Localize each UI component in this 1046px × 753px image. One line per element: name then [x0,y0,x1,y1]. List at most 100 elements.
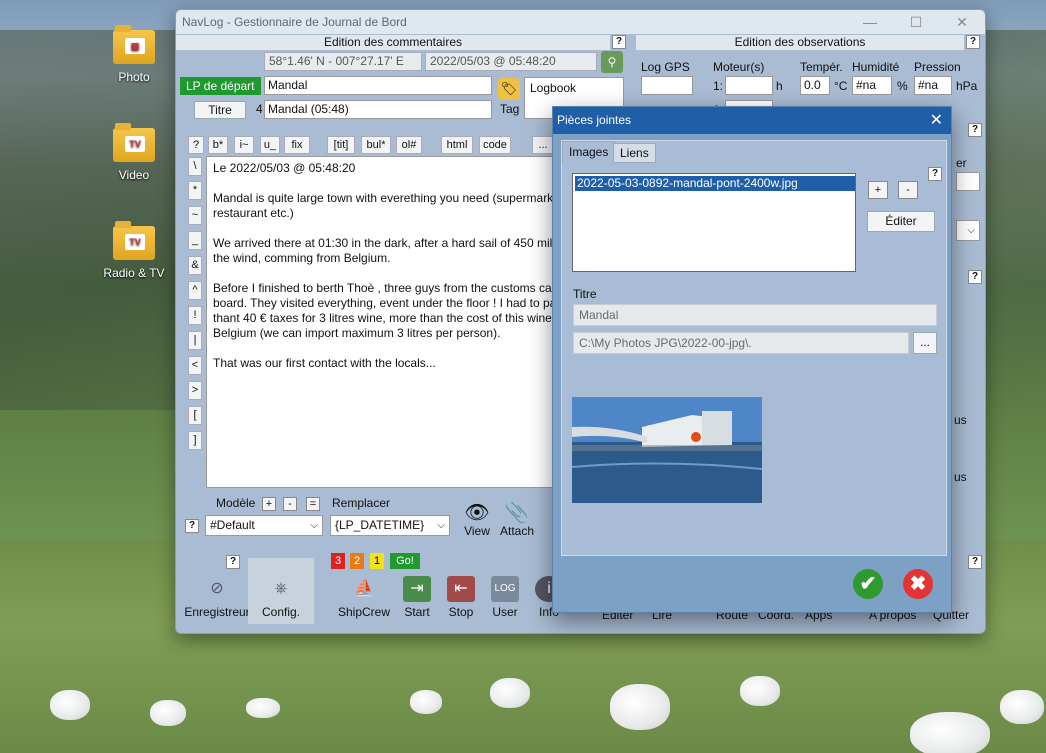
format-help-button[interactable]: ? [188,136,204,154]
departure-button[interactable]: LP de départ [180,77,261,95]
list-item[interactable]: 2022-05-03-0892-mandal-pont-2400w.jpg [575,176,855,191]
desktop-icon-radio-tv[interactable]: TV Radio & TV [100,221,168,280]
stop-icon: ⇤ [447,576,475,602]
map-pin-icon[interactable]: ⚲ [601,51,623,73]
gps-field[interactable] [641,76,693,95]
help-button[interactable]: ? [968,123,982,137]
help-button[interactable]: ? [968,270,982,284]
countdown-1[interactable]: 1 [370,553,384,569]
more-button[interactable]: ... [532,136,554,154]
editor-line: We arrived there at 01:30 in the dark, a… [213,236,556,250]
desktop-icon-video[interactable]: TV Video [100,123,168,182]
code-button[interactable]: code [479,136,511,154]
side-button[interactable]: > [188,381,202,400]
partial-label: us [954,470,967,484]
title-button[interactable]: Titre [194,101,246,119]
gps-label: Log GPS [641,60,690,74]
help-button[interactable]: ? [226,555,240,569]
partial-select[interactable]: ⌵ [956,220,980,241]
template-remove-button[interactable]: - [283,497,297,511]
maximize-button[interactable]: ☐ [893,14,939,31]
image-preview [572,397,762,503]
engine-unit: h [776,79,783,93]
underline-button[interactable]: u_ [260,136,280,154]
side-button[interactable]: \ [188,157,202,176]
temp-unit: °C [834,79,848,93]
attach-button[interactable]: 📎 Attach [498,500,536,538]
temp-label: Tempér. [800,60,843,74]
folder-icon: TV [113,221,155,260]
side-button[interactable]: ! [188,306,202,325]
user-button[interactable]: LOG User [490,576,520,619]
title-field[interactable]: Mandal (05:48) [264,100,492,119]
tag-icon[interactable]: 🏷 [498,78,520,100]
close-button[interactable]: ✕ [939,14,985,31]
help-button[interactable]: ? [928,167,942,181]
remove-image-button[interactable]: - [898,181,918,199]
config-button[interactable]: ⎈ Config. [248,558,314,624]
side-button[interactable]: ^ [188,281,202,300]
comments-header: Edition des commentaires [176,35,610,50]
image-title-field[interactable]: Mandal [573,304,937,326]
engine-1-label: 1: [713,79,724,93]
side-button[interactable]: _ [188,231,202,250]
attach-label: Attach [499,524,535,538]
side-button[interactable]: & [188,256,202,275]
side-button[interactable]: < [188,356,202,375]
start-button[interactable]: ⇥ Start [402,576,432,619]
help-button[interactable]: ? [612,35,626,49]
countdown-3[interactable]: 3 [331,553,345,569]
html-button[interactable]: html [441,136,473,154]
tab-links[interactable]: Liens [613,143,656,163]
help-button[interactable]: ? [966,35,980,49]
italic-button[interactable]: i~ [234,136,254,154]
comment-editor[interactable]: Le 2022/05/03 @ 05:48:20 Mandal is quite… [206,156,556,488]
ordered-list-button[interactable]: ol# [396,136,422,154]
side-button[interactable]: ~ [188,206,202,225]
browse-button[interactable]: ... [913,332,937,354]
replace-select[interactable]: {LP_DATETIME} ⌵ [330,515,450,536]
partial-field[interactable] [956,172,980,191]
side-button[interactable]: * [188,181,202,200]
logbook-item[interactable]: Logbook [530,81,576,95]
dialog-close-icon[interactable]: ✕ [930,107,943,134]
departure-field[interactable]: Mandal [264,76,492,95]
folder-icon: ▣ [113,25,155,64]
eye-off-icon: ⊘ [210,580,224,597]
stop-button[interactable]: ⇤ Stop [446,576,476,619]
bullet-button[interactable]: bul* [361,136,391,154]
images-listbox[interactable]: 2022-05-03-0892-mandal-pont-2400w.jpg [572,173,856,272]
add-image-button[interactable]: + [868,181,888,199]
cancel-button[interactable]: ✖ [903,569,933,599]
go-button[interactable]: Go! [390,553,420,569]
help-button[interactable]: ? [968,555,982,569]
image-path-field[interactable]: C:\My Photos JPG\2022-00-jpg\. [573,332,909,354]
temp-field[interactable]: 0.0 [800,76,830,95]
side-button[interactable]: [ [188,406,202,425]
ok-button[interactable]: ✔ [853,569,883,599]
fix-button[interactable]: fix [284,136,310,154]
desktop-icon-photo[interactable]: ▣ Photo [100,25,168,84]
user-label: User [492,605,518,619]
title-format-button[interactable]: [tit] [327,136,355,154]
view-button[interactable]: 👁 View [462,500,492,538]
tab-images[interactable]: Images [562,141,616,164]
hay-bale [910,712,990,753]
bold-button[interactable]: b* [208,136,228,154]
dialog-titlebar: Pièces jointes ✕ [553,107,951,134]
edit-image-button[interactable]: Éditer [867,211,935,232]
countdown-2[interactable]: 2 [350,553,364,569]
template-equal-button[interactable]: = [306,497,320,511]
humidity-field[interactable]: #na [852,76,892,95]
side-button[interactable]: ] [188,431,202,450]
side-button[interactable]: | [188,331,202,350]
pressure-field[interactable]: #na [914,76,952,95]
recorder-button[interactable]: ⊘ Enregistreur [184,576,250,619]
engine-1-field[interactable] [725,76,773,95]
template-select[interactable]: #Default ⌵ [205,515,323,536]
minimize-button[interactable]: — [847,14,893,30]
shipcrew-button[interactable]: ⛵ ShipCrew [336,576,392,619]
template-add-button[interactable]: + [262,497,276,511]
help-button[interactable]: ? [185,519,199,533]
hay-bale [246,698,280,718]
